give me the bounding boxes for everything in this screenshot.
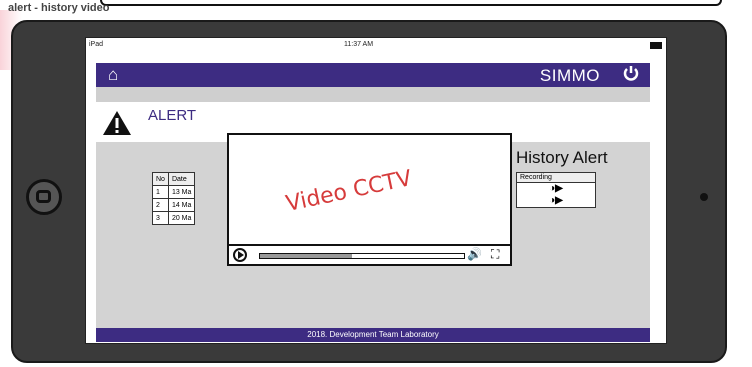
table-row[interactable]: 2 14 Ma bbox=[152, 198, 196, 212]
progress-track[interactable] bbox=[259, 253, 465, 259]
alert-label: ALERT bbox=[148, 107, 197, 124]
top-strip bbox=[0, 0, 752, 6]
table-row[interactable]: 1 13 Ma bbox=[152, 185, 196, 199]
history-title: History Alert bbox=[516, 148, 608, 167]
clock: 11:37 AM bbox=[344, 41, 374, 48]
status-bar: iPad 11:37 AM bbox=[86, 38, 666, 52]
video-controls: 🔊 ⛶ bbox=[229, 244, 510, 264]
brand-title: SIMMO bbox=[539, 66, 600, 85]
tablet-home-button[interactable] bbox=[26, 179, 62, 215]
header-no[interactable]: No bbox=[152, 172, 169, 186]
recording-header: Recording bbox=[517, 173, 595, 183]
fullscreen-icon[interactable]: ⛶ bbox=[491, 247, 499, 262]
video-title: Video CCTV bbox=[283, 165, 415, 218]
navbar: ⌂ SIMMO bbox=[96, 63, 650, 87]
cell-date: 13 Ma bbox=[167, 185, 196, 199]
warning-icon bbox=[102, 110, 132, 141]
cell-no: 1 bbox=[152, 185, 169, 199]
history-table: No Date 1 13 Ma 2 14 Ma 3 20 Ma bbox=[152, 172, 196, 225]
power-icon[interactable] bbox=[622, 65, 640, 88]
play-icon[interactable] bbox=[233, 248, 247, 262]
carrier-label: iPad bbox=[89, 41, 104, 48]
recording-play-button[interactable]: ◑▶ bbox=[517, 195, 595, 207]
battery-icon bbox=[650, 42, 662, 49]
video-modal: Video CCTV 🔊 ⛶ bbox=[227, 133, 512, 266]
header-date[interactable]: Date bbox=[167, 172, 196, 186]
subheader-bar bbox=[96, 87, 650, 102]
cell-date: 14 Ma bbox=[167, 198, 196, 212]
tablet-camera bbox=[700, 193, 708, 201]
table-header-row: No Date bbox=[152, 172, 196, 186]
footer: 2018. Development Team Laboratory bbox=[96, 328, 650, 342]
recording-play-button[interactable]: ◑▶ bbox=[517, 183, 595, 195]
cell-no: 3 bbox=[152, 211, 169, 225]
progress-fill bbox=[260, 254, 352, 258]
recording-column: Recording ◑▶ ◑▶ bbox=[516, 172, 596, 208]
cell-no: 2 bbox=[152, 198, 169, 212]
volume-icon[interactable]: 🔊 bbox=[467, 247, 482, 261]
cell-date: 20 Ma bbox=[167, 211, 196, 225]
table-row[interactable]: 3 20 Ma bbox=[152, 211, 196, 225]
screen-caption: alert - history video bbox=[8, 2, 110, 14]
home-icon[interactable]: ⌂ bbox=[108, 66, 118, 84]
